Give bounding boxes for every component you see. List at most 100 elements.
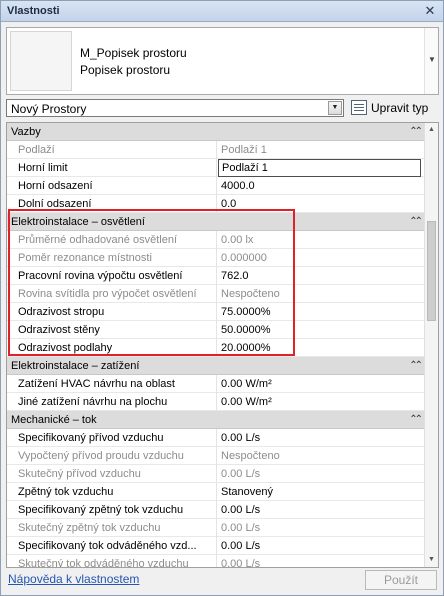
apply-button[interactable]: Použít	[365, 570, 437, 590]
property-value[interactable]: 4000.0	[217, 177, 425, 195]
collapse-icon[interactable]: ⌃⌃	[409, 360, 423, 371]
property-name: Podlaží	[7, 141, 217, 159]
window-title: Vlastnosti	[7, 5, 60, 17]
type-name: Popisek prostoru	[80, 63, 171, 77]
property-name: Skutečný přívod vzduchu	[7, 465, 217, 483]
property-name: Průměrné odhadované osvětlení	[7, 231, 217, 249]
property-row[interactable]: Odrazivost stěny 50.0000%	[7, 321, 425, 339]
properties-palette: Vlastnosti ✕ M_Popisek prostoru Popisek …	[0, 0, 444, 596]
property-value[interactable]: 0.00 W/m²	[217, 393, 425, 411]
scroll-up-icon[interactable]: ▲	[428, 126, 435, 133]
type-selector[interactable]: M_Popisek prostoru Popisek prostoru ▼	[6, 27, 439, 95]
property-name: Odrazivost stěny	[7, 321, 217, 339]
property-value[interactable]: Stanovený	[217, 483, 425, 501]
property-name: Poměr rezonance místnosti	[7, 249, 217, 267]
close-icon[interactable]: ✕	[422, 3, 438, 19]
property-row[interactable]: Jiné zatížení návrhu na plochu 0.00 W/m²	[7, 393, 425, 411]
property-row[interactable]: Zpětný tok vzduchu Stanovený	[7, 483, 425, 501]
group-header[interactable]: Elektroinstalace – osvětlení ⌃⌃	[7, 213, 425, 231]
edit-type-button[interactable]: Upravit typ	[351, 98, 441, 118]
property-name: Horní odsazení	[7, 177, 217, 195]
group-label: Elektroinstalace – osvětlení	[11, 216, 145, 228]
property-value: 0.00 L/s	[221, 522, 261, 534]
property-name: Odrazivost stropu	[7, 303, 217, 321]
instance-filter-value: Nový Prostory	[11, 102, 87, 116]
vertical-scrollbar[interactable]: ▲ ▼	[424, 123, 438, 567]
type-family-name: M_Popisek prostoru	[80, 46, 187, 60]
group-header[interactable]: Vazby ⌃⌃	[7, 123, 425, 141]
title-bar[interactable]: Vlastnosti ✕	[1, 1, 443, 22]
property-row[interactable]: Specifikovaný zpětný tok vzduchu 0.00 L/s	[7, 501, 425, 519]
property-name: Odrazivost podlahy	[7, 339, 217, 357]
property-row[interactable]: Zatížení HVAC návrhu na oblast 0.00 W/m²	[7, 375, 425, 393]
group-label: Vazby	[11, 126, 41, 138]
property-row: Vypočtený přívod proudu vzduchu Nespočten…	[7, 447, 425, 465]
property-name: Specifikovaný přívod vzduchu	[7, 429, 217, 447]
group-label: Elektroinstalace – zatížení	[11, 360, 140, 372]
property-name: Vypočtený přívod proudu vzduchu	[7, 447, 217, 465]
property-row: Skutečný tok odváděného vzduchu 0.00 L/s	[7, 555, 425, 568]
type-preview-image	[10, 31, 72, 91]
property-row: Průměrné odhadované osvětlení 0.00 lx	[7, 231, 425, 249]
edit-type-icon	[351, 100, 367, 115]
group-label: Mechanické – tok	[11, 414, 97, 426]
property-name: Rovina svítidla pro výpočet osvětlení	[7, 285, 217, 303]
chevron-down-icon: ▼	[428, 55, 436, 64]
property-name: Skutečný tok odváděného vzduchu	[7, 555, 217, 567]
property-value[interactable]: 0.0	[217, 195, 425, 213]
property-value[interactable]: 20.0000%	[217, 339, 425, 357]
property-value[interactable]: 50.0000%	[217, 321, 425, 339]
property-row: Poměr rezonance místnosti 0.000000	[7, 249, 425, 267]
property-value: 0.00 lx	[221, 234, 254, 246]
property-name: Specifikovaný zpětný tok vzduchu	[7, 501, 217, 519]
property-value: 0.000000	[221, 252, 267, 264]
property-value[interactable]: 0.00 L/s	[217, 429, 425, 447]
property-value[interactable]: 0.00 W/m²	[217, 375, 425, 393]
property-value-field[interactable]: Podlaží 1	[218, 159, 421, 177]
property-row: Rovina svítidla pro výpočet osvětlení Nes…	[7, 285, 425, 303]
property-value[interactable]: 762.0	[217, 267, 425, 285]
property-value[interactable]: 75.0000%	[217, 303, 425, 321]
properties-rows: Vazby ⌃⌃ Podlaží Podlaží 1 Horní limit Podlaž…	[7, 123, 425, 568]
property-row[interactable]: Horní limit Podlaží 1	[7, 159, 425, 177]
property-name: Zatížení HVAC návrhu na oblast	[7, 375, 217, 393]
property-row: Podlaží Podlaží 1	[7, 141, 425, 159]
instance-filter-dropdown[interactable]: Nový Prostory ▼	[6, 99, 344, 117]
property-value: Nespočteno	[221, 450, 280, 462]
property-row[interactable]: Odrazivost podlahy 20.0000%	[7, 339, 425, 357]
property-value[interactable]: 0.00 L/s	[217, 537, 425, 555]
property-row[interactable]: Odrazivost stropu 75.0000%	[7, 303, 425, 321]
property-name: Skutečný zpětný tok vzduchu	[7, 519, 217, 537]
scroll-down-icon[interactable]: ▼	[428, 556, 435, 563]
property-row[interactable]: Specifikovaný tok odváděného vzd... 0.00 …	[7, 537, 425, 555]
property-row[interactable]: Specifikovaný přívod vzduchu 0.00 L/s	[7, 429, 425, 447]
property-name: Dolní odsazení	[7, 195, 217, 213]
property-value[interactable]: 0.00 L/s	[217, 501, 425, 519]
property-row[interactable]: Horní odsazení 4000.0	[7, 177, 425, 195]
collapse-icon[interactable]: ⌃⌃	[409, 126, 423, 137]
property-name: Zpětný tok vzduchu	[7, 483, 217, 501]
property-value: Podlaží 1	[221, 144, 267, 156]
group-header[interactable]: Mechanické – tok ⌃⌃	[7, 411, 425, 429]
type-selector-dropdown[interactable]: ▼	[424, 28, 438, 94]
group-header[interactable]: Elektroinstalace – zatížení ⌃⌃	[7, 357, 425, 375]
collapse-icon[interactable]: ⌃⌃	[409, 414, 423, 425]
edit-type-label: Upravit typ	[371, 101, 429, 115]
property-name: Specifikovaný tok odváděného vzd...	[7, 537, 217, 555]
scrollbar-thumb[interactable]	[427, 221, 436, 321]
property-row: Skutečný zpětný tok vzduchu 0.00 L/s	[7, 519, 425, 537]
property-value[interactable]: Podlaží 1	[217, 159, 425, 177]
property-row[interactable]: Pracovní rovina výpočtu osvětlení 762.0	[7, 267, 425, 285]
property-name: Pracovní rovina výpočtu osvětlení	[7, 267, 217, 285]
property-value: Nespočteno	[221, 288, 280, 300]
help-link[interactable]: Nápověda k vlastnostem	[8, 572, 139, 586]
property-name: Jiné zatížení návrhu na plochu	[7, 393, 217, 411]
property-row: Skutečný přívod vzduchu 0.00 L/s	[7, 465, 425, 483]
property-value: 0.00 L/s	[221, 468, 261, 480]
property-row[interactable]: Dolní odsazení 0.0	[7, 195, 425, 213]
property-name: Horní limit	[7, 159, 217, 177]
property-value: 0.00 L/s	[221, 558, 261, 568]
collapse-icon[interactable]: ⌃⌃	[409, 216, 423, 227]
chevron-down-icon[interactable]: ▼	[328, 101, 342, 115]
properties-grid: Vazby ⌃⌃ Podlaží Podlaží 1 Horní limit Podlaž…	[6, 122, 439, 568]
